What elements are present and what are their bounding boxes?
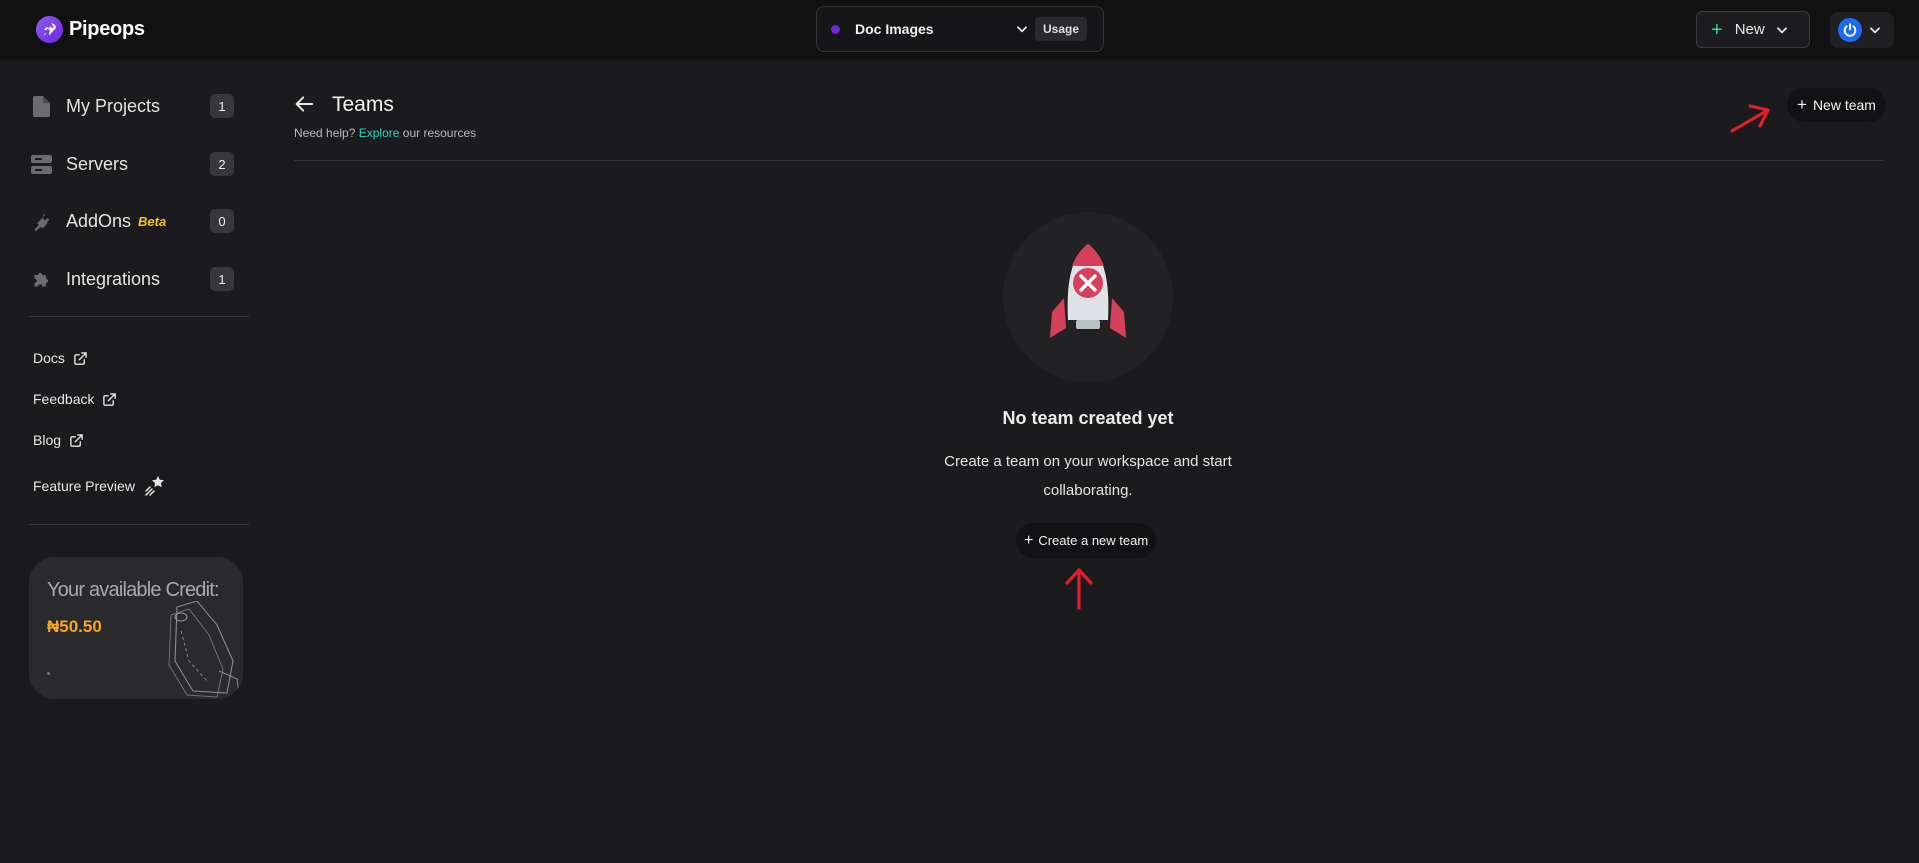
create-new-team-label: Create a new team — [1038, 533, 1149, 548]
back-arrow-icon[interactable] — [294, 95, 314, 113]
server-icon — [30, 153, 52, 175]
chevron-down-icon — [1775, 23, 1789, 37]
workspace-name: Doc Images — [855, 21, 934, 37]
usage-button[interactable]: Usage — [1035, 17, 1088, 41]
chevron-down-icon — [1868, 23, 1882, 37]
plug-icon — [30, 210, 52, 232]
feedback-link[interactable]: Feedback — [33, 391, 117, 407]
top-bar: Pipeops Doc Images Usage + New — [0, 0, 1919, 60]
sidebar-divider — [29, 316, 249, 317]
rocket-logo-icon — [36, 16, 63, 43]
docs-link[interactable]: Docs — [33, 350, 88, 366]
help-text: Need help? Explore our resources — [294, 126, 476, 140]
workspace-switcher[interactable]: Doc Images Usage — [816, 6, 1104, 52]
external-link-icon — [69, 433, 84, 448]
link-label: Feature Preview — [33, 478, 135, 494]
new-team-label: New team — [1812, 97, 1876, 113]
sidebar-item-servers[interactable]: Servers 2 — [30, 144, 234, 184]
sidebar-item-label: AddOns — [66, 210, 132, 231]
plus-icon: + — [1024, 531, 1034, 549]
puzzle-icon — [30, 268, 52, 290]
beta-badge: Beta — [138, 213, 167, 229]
create-new-team-button[interactable]: + Create a new team — [1016, 523, 1157, 558]
sidebar-divider — [29, 524, 249, 525]
external-link-icon — [102, 392, 117, 407]
link-label: Docs — [33, 350, 65, 366]
blog-link[interactable]: Blog — [33, 432, 84, 448]
chevron-down-icon[interactable] — [1015, 22, 1029, 36]
plus-icon: + — [1797, 95, 1807, 114]
page-title: Teams — [332, 93, 394, 116]
sidebar-item-integrations[interactable]: Integrations 1 — [30, 259, 234, 299]
file-icon — [30, 95, 52, 117]
credit-title: Your available Credit: — [47, 579, 220, 601]
sidebar: My Projects 1 Servers 2 AddOns Beta 0 In… — [0, 60, 260, 863]
link-label: Blog — [33, 432, 62, 448]
new-button[interactable]: + New — [1696, 11, 1810, 48]
annotation-arrow-icon — [1730, 104, 1770, 133]
header-divider — [294, 160, 1884, 161]
app-name: Pipeops — [69, 18, 145, 40]
rocket-sketch-icon — [168, 601, 240, 698]
workspace-status-dot — [831, 24, 840, 34]
empty-state-description-line: Create a team on your workspace and star… — [944, 453, 1232, 470]
account-menu[interactable] — [1830, 12, 1894, 48]
empty-state-description-line: collaborating. — [1043, 482, 1133, 499]
power-icon — [1838, 18, 1862, 42]
sidebar-item-label: Servers — [66, 153, 129, 174]
logo[interactable]: Pipeops — [36, 16, 145, 43]
link-label: Feedback — [33, 391, 95, 407]
feature-preview-link[interactable]: Feature Preview — [33, 474, 167, 498]
new-team-button[interactable]: + New team — [1787, 88, 1886, 122]
count-badge: 2 — [210, 152, 234, 176]
empty-state-description: Create a team on your workspace and star… — [928, 447, 1248, 505]
empty-state-title: No team created yet — [1002, 408, 1174, 428]
sidebar-item-label: Integrations — [66, 268, 161, 289]
sidebar-item-my-projects[interactable]: My Projects 1 — [30, 86, 234, 126]
plus-icon: + — [1711, 18, 1723, 41]
new-button-label: New — [1734, 21, 1765, 38]
count-badge: 1 — [210, 94, 234, 118]
help-prefix: Need help? — [294, 126, 356, 140]
annotation-arrow-icon — [1065, 568, 1093, 610]
sidebar-item-addons[interactable]: AddOns Beta 0 — [30, 201, 234, 241]
count-badge: 0 — [210, 209, 234, 233]
rocket-error-icon — [1050, 244, 1126, 338]
credit-amount: ₦50.50 — [47, 617, 102, 636]
sidebar-item-label: My Projects — [66, 95, 161, 116]
external-link-icon — [73, 351, 88, 366]
credit-card: Your available Credit: ₦50.50 — [29, 557, 243, 699]
help-suffix: our resources — [402, 126, 477, 140]
sparkle-icon — [143, 474, 167, 498]
explore-link[interactable]: Explore — [359, 126, 400, 140]
decorative-dot — [47, 672, 50, 675]
count-badge: 1 — [210, 267, 234, 291]
